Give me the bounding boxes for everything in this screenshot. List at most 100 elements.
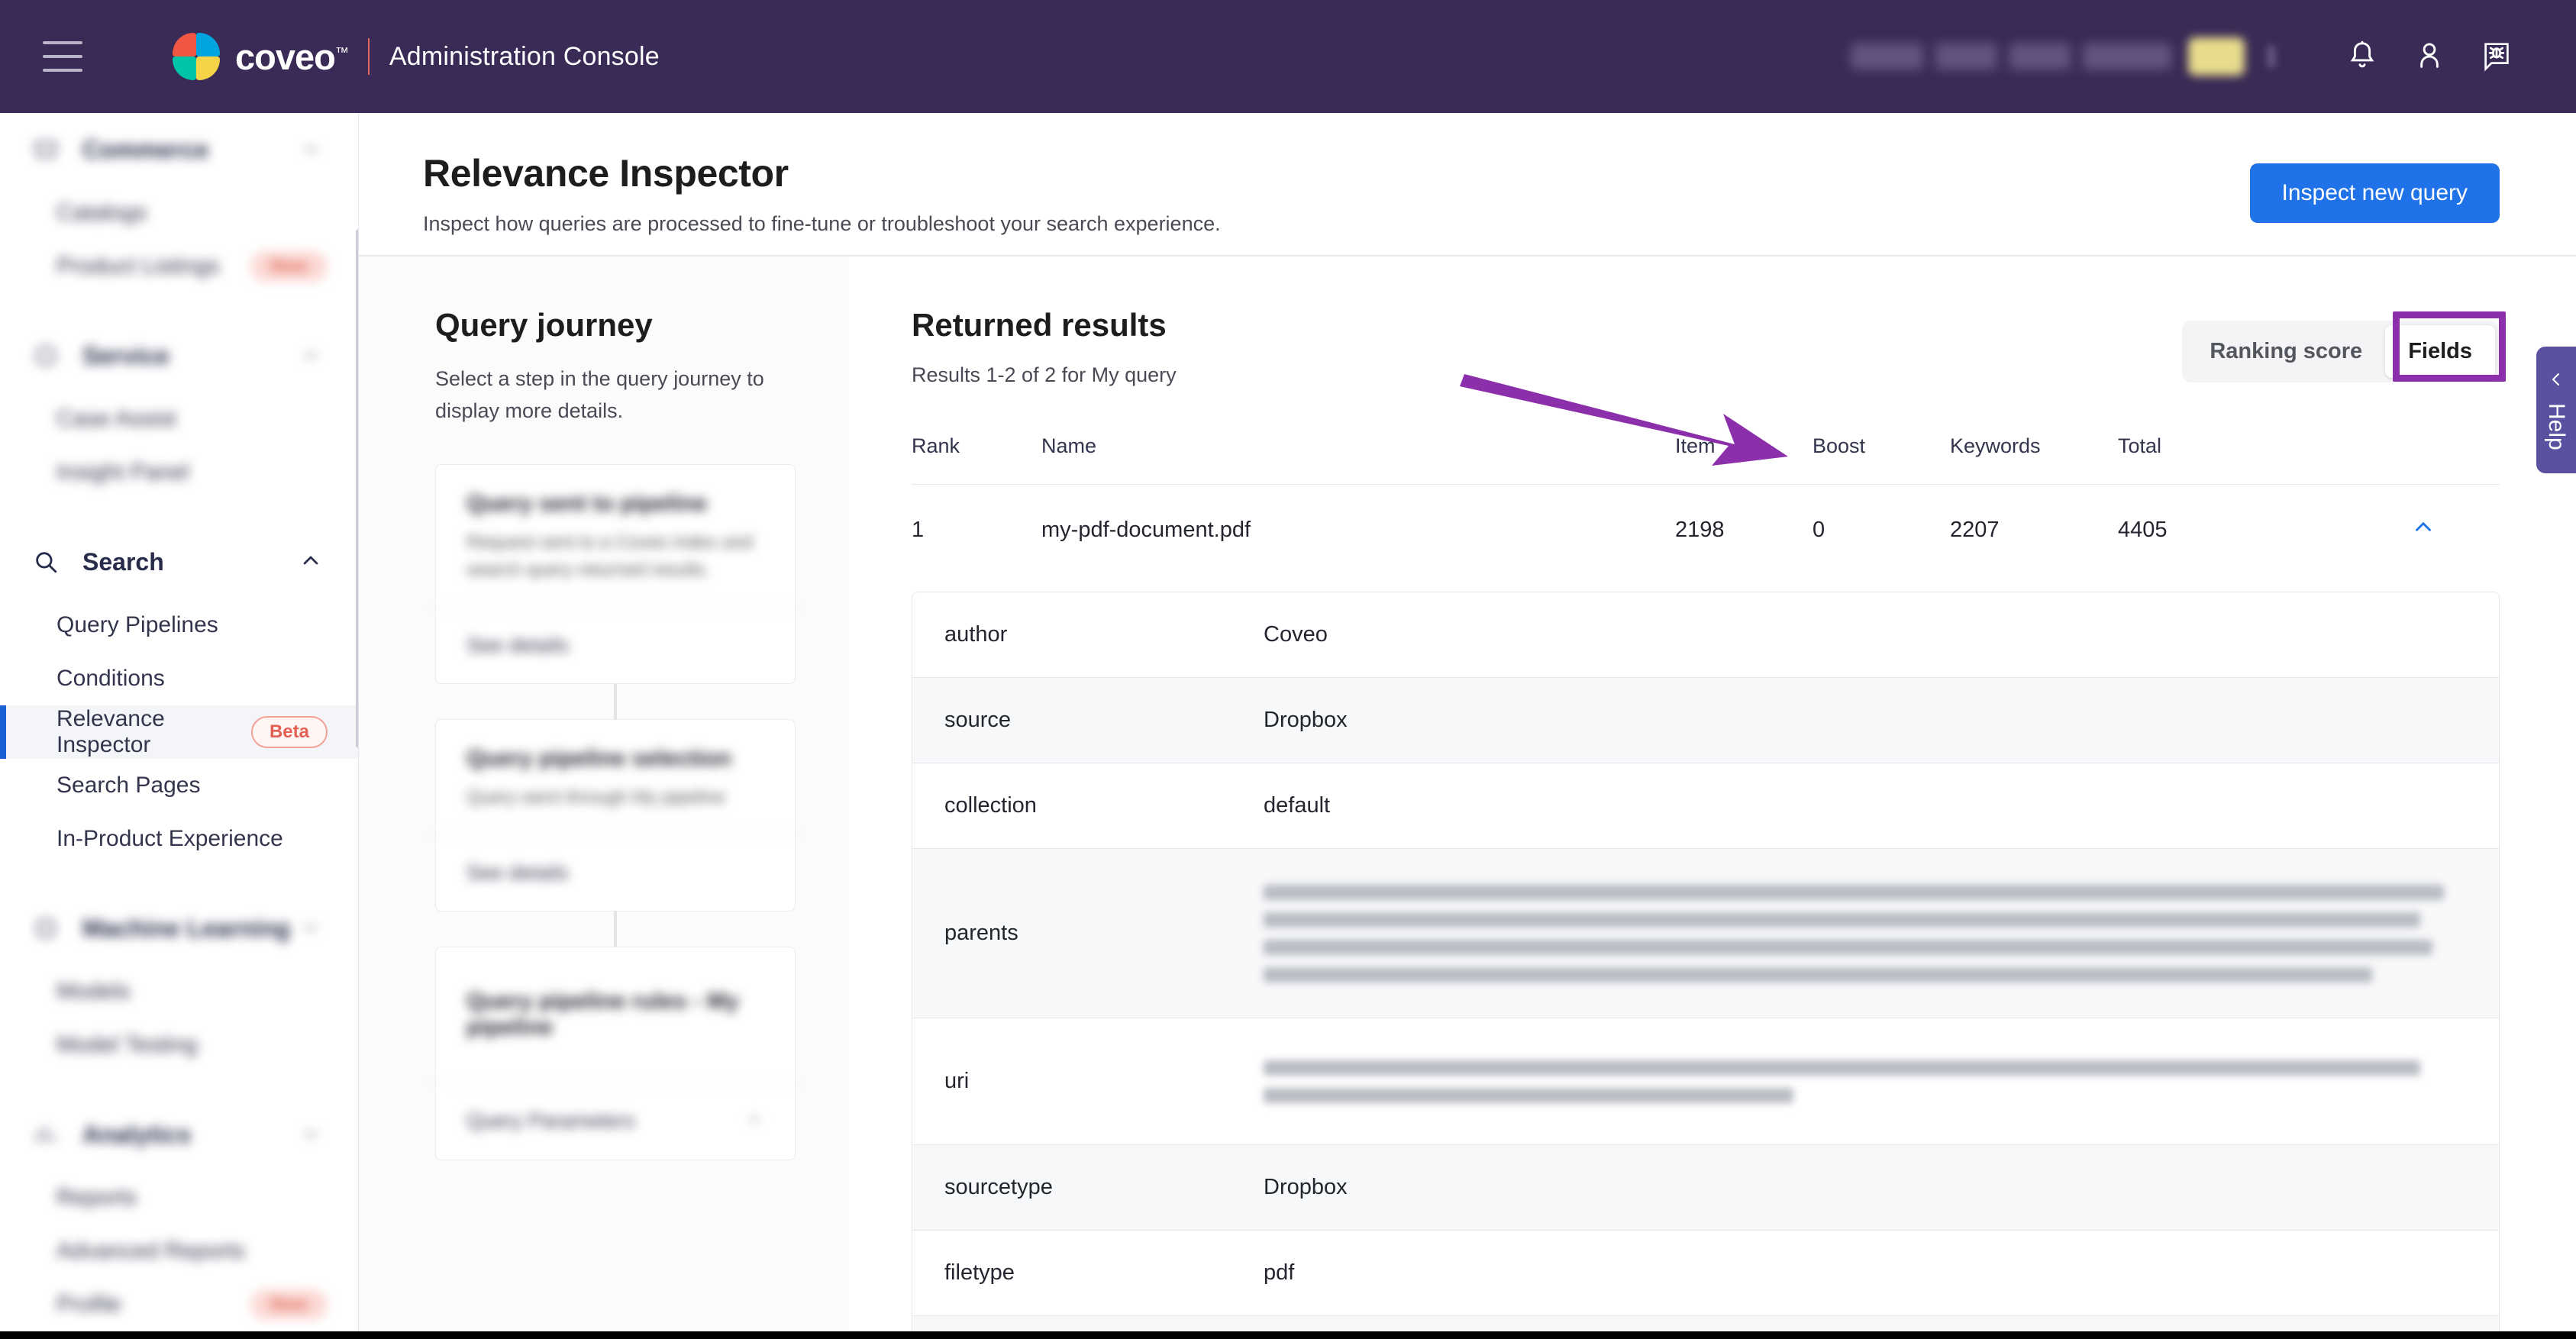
- help-tab[interactable]: Help: [2536, 347, 2576, 473]
- cell-keywords: 2207: [1950, 517, 2000, 542]
- sidebar-section-commerce[interactable]: Commerce: [0, 113, 358, 186]
- sidebar-item-label: Model Testing: [56, 1032, 198, 1057]
- sidebar-section-label: Analytics: [82, 1120, 192, 1148]
- field-key: filetype: [944, 1260, 1015, 1285]
- brand-name-text: coveo: [235, 36, 336, 77]
- sidebar-item-in-product-experience[interactable]: In-Product Experience: [0, 812, 358, 866]
- sidebar: Commerce Catalogs Product Listings New S…: [0, 113, 359, 1339]
- results-table: Rank Name Item Boost Keywords Total 1 my…: [912, 434, 2500, 575]
- sidebar-section-search[interactable]: Search: [0, 525, 358, 599]
- field-row: collection default: [912, 763, 2499, 849]
- bell-icon[interactable]: [2329, 23, 2396, 90]
- field-key: sourcetype: [944, 1175, 1053, 1199]
- help-tab-label: Help: [2544, 402, 2569, 450]
- table-row[interactable]: 1 my-pdf-document.pdf 2198 0 2207 4405: [912, 484, 2500, 576]
- sidebar-item-label: Profile: [56, 1292, 122, 1317]
- sidebar-item-label: Models: [56, 979, 131, 1004]
- tab-ranking-score[interactable]: Ranking score: [2187, 325, 2385, 378]
- column-header-item: Item: [1675, 434, 1716, 457]
- sidebar-item-reports[interactable]: Reports: [0, 1171, 358, 1224]
- journey-card-heading: Query pipeline selection: [466, 745, 731, 771]
- journey-card-footer[interactable]: See details: [436, 834, 795, 911]
- table-header-row: Rank Name Item Boost Keywords Total: [912, 434, 2500, 485]
- cell-item: 2198: [1675, 517, 1725, 542]
- returned-results-panel: Returned results Results 1-2 of 2 for My…: [849, 257, 2576, 1339]
- column-header-rank: Rank: [912, 434, 960, 457]
- hamburger-icon[interactable]: [43, 41, 82, 72]
- see-details-link[interactable]: See details: [466, 634, 569, 657]
- search-icon: [29, 549, 63, 575]
- journey-card[interactable]: Query pipeline rules - My pipeline Query…: [435, 946, 796, 1160]
- content-area: Query journey Select a step in the query…: [359, 257, 2576, 1339]
- journey-card-footer[interactable]: See details: [436, 606, 795, 683]
- column-header-expand: [2347, 434, 2500, 485]
- see-details-link[interactable]: See details: [466, 861, 569, 885]
- sidebar-section-service[interactable]: Service: [0, 319, 358, 392]
- tab-fields[interactable]: Fields: [2385, 325, 2495, 378]
- row-collapse-chevron-up-icon[interactable]: [2347, 485, 2500, 576]
- field-key: author: [944, 622, 1008, 647]
- sidebar-item-model-testing[interactable]: Model Testing: [0, 1018, 358, 1072]
- chevron-down-icon[interactable]: [744, 1108, 764, 1134]
- top-bar-right: [1851, 23, 2576, 90]
- sidebar-item-catalogs[interactable]: Catalogs: [0, 186, 358, 240]
- field-row: uri: [912, 1018, 2499, 1145]
- sidebar-item-profile[interactable]: Profile New: [0, 1278, 358, 1331]
- feedback-bug-icon[interactable]: [2463, 23, 2530, 90]
- inspect-new-query-button[interactable]: Inspect new query: [2249, 163, 2500, 223]
- cell-name: my-pdf-document.pdf: [1041, 517, 1251, 542]
- query-journey-subtitle: Select a step in the query journey to di…: [435, 367, 764, 422]
- brand-tm: ™: [334, 44, 349, 60]
- sidebar-item-product-listings[interactable]: Product Listings New: [0, 240, 358, 293]
- sidebar-item-label: Product Listings: [56, 253, 220, 279]
- sidebar-item-advanced-reports[interactable]: Advanced Reports: [0, 1224, 358, 1278]
- journey-card[interactable]: Query pipeline selection Query went thro…: [435, 718, 796, 911]
- field-value: Coveo: [1264, 622, 1328, 647]
- field-value-redacted: [1264, 873, 2499, 995]
- column-header-name: Name: [1041, 434, 1097, 457]
- field-value: default: [1264, 793, 1331, 818]
- sidebar-item-query-pipelines[interactable]: Query Pipelines: [0, 599, 358, 652]
- sidebar-item-label: Case Assist: [56, 406, 176, 431]
- display-mode-toggle[interactable]: Ranking score Fields: [2182, 321, 2500, 382]
- journey-card-body: Query sent to pipeline Request sent to a…: [436, 465, 795, 607]
- sidebar-item-case-assist[interactable]: Case Assist: [0, 392, 358, 446]
- field-row: author Coveo: [912, 592, 2499, 678]
- journey-card-heading: Query sent to pipeline: [466, 490, 708, 516]
- sidebar-item-models[interactable]: Models: [0, 965, 358, 1018]
- sidebar-item-search-pages[interactable]: Search Pages: [0, 759, 358, 812]
- commerce-icon: [29, 137, 63, 163]
- fields-panel: author Coveo source Dropbox collection d…: [912, 592, 2500, 1339]
- field-row: source Dropbox: [912, 678, 2499, 763]
- organization-menu-redacted[interactable]: [2268, 46, 2275, 67]
- journey-card-body: Query pipeline rules - My pipeline: [436, 947, 795, 1082]
- sidebar-section-analytics[interactable]: Analytics: [0, 1098, 358, 1171]
- sidebar-item-conditions[interactable]: Conditions: [0, 652, 358, 705]
- machine-learning-icon: [29, 915, 63, 941]
- field-value: Dropbox: [1264, 1175, 1348, 1199]
- field-key: collection: [944, 793, 1037, 818]
- query-parameters-row[interactable]: Query Parameters: [466, 1109, 635, 1133]
- field-value-redacted: [1264, 1048, 2499, 1115]
- sidebar-section-label: Machine Learning: [82, 914, 291, 942]
- journey-card-body: Query pipeline selection Query went thro…: [436, 720, 795, 834]
- organization-name-redacted[interactable]: [1851, 44, 2171, 69]
- journey-card-body-text: Request sent to a Coveo index and search…: [466, 531, 753, 580]
- journey-card-footer[interactable]: Query Parameters: [436, 1081, 795, 1160]
- sidebar-item-relevance-inspector[interactable]: Relevance Inspector Beta: [0, 705, 358, 759]
- page-header: Relevance Inspector Inspect how queries …: [359, 113, 2576, 255]
- chevron-left-icon: [2547, 370, 2565, 392]
- results-table-head: Rank Name Item Boost Keywords Total: [912, 434, 2500, 485]
- field-row: parents: [912, 849, 2499, 1018]
- analytics-icon: [29, 1121, 63, 1147]
- sidebar-section-machine-learning[interactable]: Machine Learning: [0, 892, 358, 965]
- sidebar-item-insight-panel[interactable]: Insight Panel: [0, 446, 358, 499]
- service-icon: [29, 343, 63, 369]
- sidebar-section-label: Search: [82, 547, 164, 576]
- journey-card[interactable]: Query sent to pipeline Request sent to a…: [435, 463, 796, 684]
- query-journey-title: Query journey: [435, 307, 653, 343]
- status-badge: New: [250, 251, 328, 282]
- person-icon[interactable]: [2396, 23, 2463, 90]
